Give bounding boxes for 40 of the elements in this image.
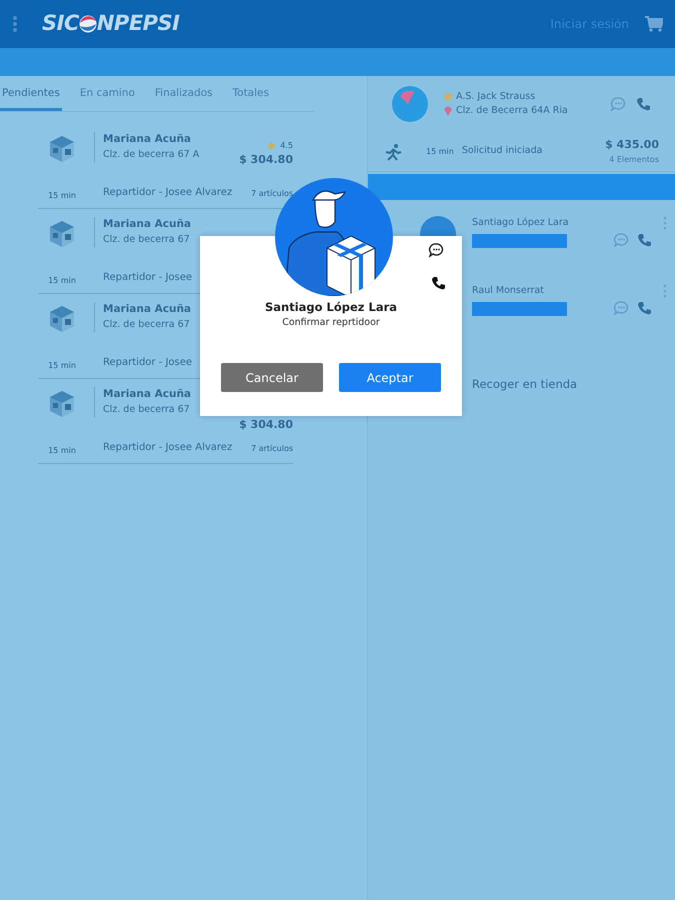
address-text: Clz. de becerra 67 <box>103 318 190 332</box>
time-text: 15 min <box>48 274 76 287</box>
driver-name: Raul Monserrat <box>472 284 545 298</box>
price-text: $ 304.80 <box>239 416 293 433</box>
tab[interactable]: En camino <box>78 76 137 111</box>
cancel-button[interactable]: Cancelar <box>221 363 323 392</box>
item-count: 7 artículos <box>251 442 293 455</box>
item-count: 7 artículos <box>251 188 293 200</box>
price-text: $ 304.80 <box>239 152 293 168</box>
tab[interactable]: Finalizados <box>152 76 215 111</box>
logo-text: SIC <box>42 10 79 38</box>
address-text: Clz. de becerra 67 A <box>103 148 200 162</box>
customer-name: Mariana Acuña <box>103 216 191 232</box>
tab[interactable]: Pendientes <box>0 76 62 111</box>
address-text: Clz. de becerra 67 <box>103 232 190 246</box>
pickup-text: Recoger en tienda <box>472 376 578 393</box>
tab[interactable]: Totales <box>230 76 271 111</box>
time-text: 15 min <box>426 146 454 158</box>
subtitle-text: Confirmar reprtidoor <box>282 316 380 330</box>
status-text: Solicitud iniciada <box>462 144 542 158</box>
rating-text: 4.5 <box>280 140 293 152</box>
courier-text: Repartidor - Josee <box>103 270 192 285</box>
logo-text: NPEPSI <box>96 10 180 38</box>
driver-name: Santiago López Lara <box>472 216 569 230</box>
customer-name: Mariana Acuña <box>103 386 191 402</box>
customer-name: A.S. Jack Strauss <box>456 90 536 104</box>
accept-button[interactable]: Aceptar <box>339 363 441 392</box>
time-text: 15 min <box>48 360 76 372</box>
courier-text: Repartidor - Josee Alvarez <box>103 440 232 455</box>
customer-name: Mariana Acuña <box>103 132 191 147</box>
courier-text: Repartidor - Josee <box>103 356 192 370</box>
time-text: 15 min <box>48 190 76 202</box>
driver-name: Santiago López Lara <box>264 299 398 316</box>
item-count: 4 Elementos <box>609 154 659 166</box>
time-text: 15 min <box>48 444 76 457</box>
courier-text: Repartidor - Josee Alvarez <box>103 186 232 200</box>
address-text: Clz. de becerra 67 <box>103 402 190 416</box>
address-text: Clz. de Becerra 64A Ria <box>456 104 568 118</box>
customer-name: Mariana Acuña <box>103 302 191 317</box>
total-text: $ 435.00 <box>605 137 659 154</box>
